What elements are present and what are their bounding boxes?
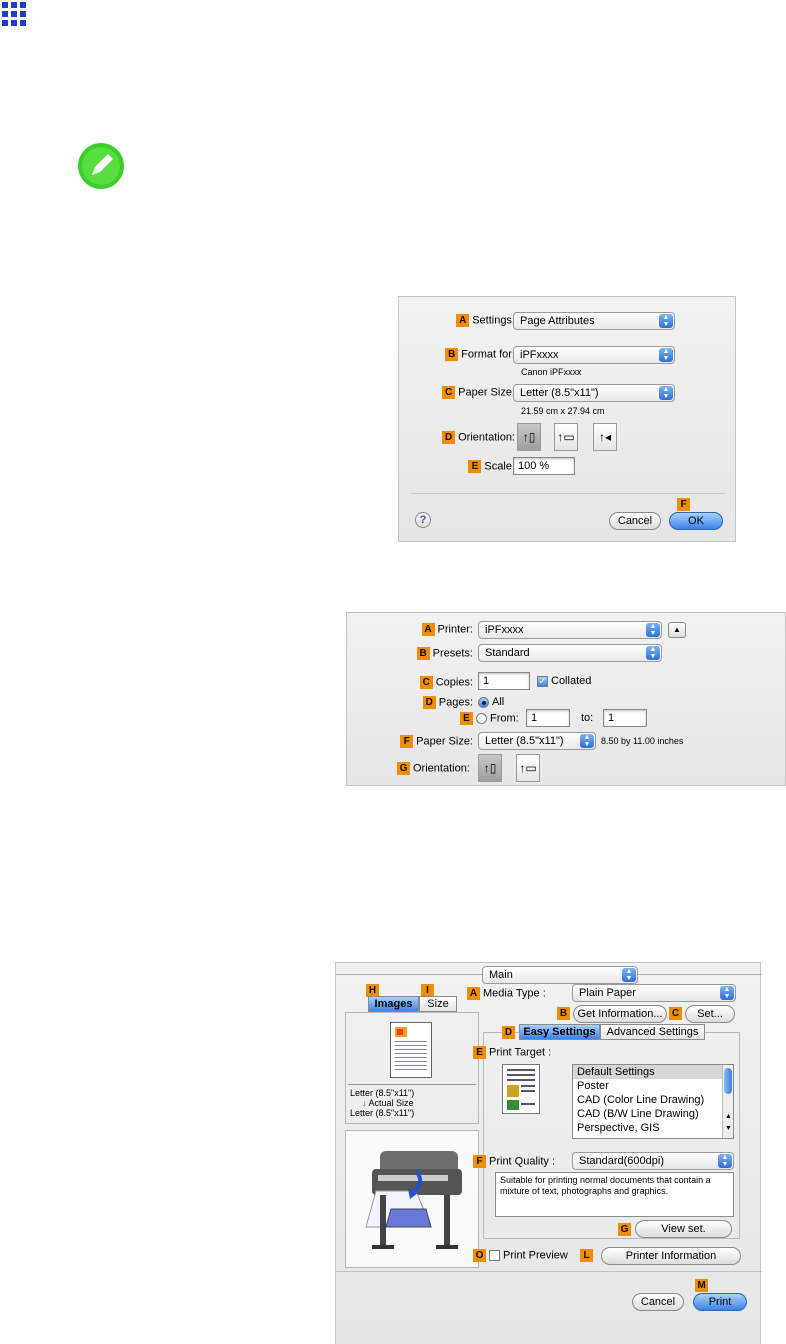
set-marker: C xyxy=(669,1007,685,1020)
copies-label: C Copies: xyxy=(419,676,473,689)
divider xyxy=(411,493,725,494)
popup-arrows-icon: ▲ ▼ xyxy=(718,1154,732,1168)
help-icon[interactable]: ? xyxy=(415,512,431,528)
presets-popup[interactable]: Standard ▲ ▼ xyxy=(478,644,662,662)
set-button[interactable]: Set... xyxy=(685,1005,735,1023)
pages-all-radio[interactable]: All xyxy=(478,696,504,708)
media-type-label: A Media Type : xyxy=(467,987,546,1000)
tab-size[interactable]: Size xyxy=(419,996,457,1012)
list-scrollbar[interactable]: ▲ ▼ xyxy=(722,1065,733,1138)
collated-checkbox[interactable]: ✓ Collated xyxy=(537,675,591,687)
tab-images[interactable]: Images xyxy=(368,996,419,1012)
to-label: to: xyxy=(581,712,594,724)
list-item[interactable]: Perspective, GIS xyxy=(573,1121,733,1135)
list-item[interactable]: CAD (B/W Line Drawing) xyxy=(573,1107,733,1121)
quality-description: Suitable for printing normal documents t… xyxy=(495,1172,734,1217)
scale-input[interactable]: 100 % xyxy=(513,457,575,475)
tab-advanced-settings[interactable]: Advanced Settings xyxy=(600,1024,705,1040)
popup-arrows-icon: ▲ ▼ xyxy=(659,348,673,362)
print-target-label: E Print Target : xyxy=(473,1046,551,1059)
view-settings-button[interactable]: View set. xyxy=(635,1220,732,1238)
landscape-orientation-icon[interactable]: ↑▭ xyxy=(516,754,540,782)
print-quality-label: F Print Quality : xyxy=(473,1155,555,1168)
preview-output-size: Letter (8.5"x11") xyxy=(350,1108,415,1118)
tab-easy-settings[interactable]: Easy Settings xyxy=(519,1024,600,1040)
get-info-marker: B xyxy=(557,1007,573,1020)
media-type-popup[interactable]: Plain Paper ▲ ▼ xyxy=(572,984,736,1002)
printer-popup[interactable]: iPFxxxx ▲ ▼ xyxy=(478,621,662,639)
portrait-orientation-icon[interactable]: ↑▯ xyxy=(478,754,502,782)
orientation-label: D Orientation: xyxy=(442,431,515,444)
print-target-list[interactable]: Default Settings Poster CAD (Color Line … xyxy=(572,1064,734,1139)
paper-size-popup[interactable]: Letter (8.5"x11") ▲ ▼ xyxy=(478,732,596,750)
divider xyxy=(336,1271,762,1272)
paper-size-subtext: 21.59 cm x 27.94 cm xyxy=(521,406,605,416)
popup-arrows-icon: ▲ ▼ xyxy=(659,386,673,400)
pages-label: D Pages: xyxy=(422,696,473,709)
preview-source-size: Letter (8.5"x11") xyxy=(350,1088,415,1098)
popup-arrows-icon: ▲ ▼ xyxy=(646,623,660,637)
print-button[interactable]: Print xyxy=(693,1293,747,1311)
print-dialog: A Printer: iPFxxxx ▲ ▼ ▲ B Presets: Standard… xyxy=(346,612,786,786)
presets-label: B Presets: xyxy=(416,647,473,660)
down-arrow-icon: ↓ xyxy=(362,1098,367,1108)
format-for-subtext: Canon iPFxxxx xyxy=(521,367,582,377)
format-for-popup[interactable]: iPFxxxx ▲ ▼ xyxy=(513,346,675,364)
format-for-label: B Format for: xyxy=(445,348,515,361)
grid-menu-icon xyxy=(0,0,30,30)
orientation-label: G Orientation: xyxy=(397,762,470,775)
printer-image xyxy=(345,1130,479,1268)
ok-button[interactable]: OK xyxy=(669,512,723,530)
scroll-down-icon[interactable]: ▼ xyxy=(725,1125,732,1132)
list-item[interactable]: Default Settings xyxy=(573,1065,733,1079)
cancel-button[interactable]: Cancel xyxy=(632,1293,684,1311)
get-information-button[interactable]: Get Information... xyxy=(573,1005,667,1023)
settings-popup[interactable]: Page Attributes ▲ ▼ xyxy=(513,312,675,330)
scale-label: E Scale: xyxy=(468,460,515,473)
landscape-orientation-icon[interactable]: ↑▭ xyxy=(554,423,578,451)
print-button-marker: M xyxy=(695,1279,711,1292)
preview-scaling: ↓ Actual Size xyxy=(362,1098,414,1108)
popup-arrows-icon: ▲ ▼ xyxy=(646,646,660,660)
expand-disclosure-button[interactable]: ▲ xyxy=(668,622,686,638)
printer-info-marker: L xyxy=(580,1249,596,1262)
paper-size-label: F Paper Size: xyxy=(400,735,473,748)
pages-from-radio[interactable]: E From: xyxy=(460,712,519,725)
popup-arrows-icon: ▲ ▼ xyxy=(580,734,594,748)
print-quality-popup[interactable]: Standard(600dpi) ▲ ▼ xyxy=(572,1152,734,1170)
list-item[interactable]: CAD (Color Line Drawing) xyxy=(573,1093,733,1107)
easy-tab-marker: D xyxy=(502,1026,518,1039)
printer-information-button[interactable]: Printer Information xyxy=(601,1247,741,1265)
print-preview-checkbox[interactable]: O Print Preview xyxy=(473,1249,568,1262)
popup-arrows-icon: ▲ ▼ xyxy=(720,986,734,1000)
print-target-thumbnail xyxy=(502,1064,540,1114)
note-pencil-icon xyxy=(77,142,125,190)
from-input[interactable]: 1 xyxy=(526,709,570,727)
to-input[interactable]: 1 xyxy=(603,709,647,727)
cancel-button[interactable]: Cancel xyxy=(609,512,661,530)
copies-input[interactable]: 1 xyxy=(478,672,530,690)
panel-popup[interactable]: Main ▲ ▼ xyxy=(482,966,638,984)
page-setup-dialog: A Settings: Page Attributes ▲ ▼ B Format for… xyxy=(398,296,736,542)
preview-panel: Letter (8.5"x11") ↓ Actual Size Letter (… xyxy=(345,1012,479,1124)
reverse-landscape-orientation-icon[interactable]: ↑◂ xyxy=(593,423,617,451)
popup-arrows-icon: ▲ ▼ xyxy=(659,314,673,328)
scroll-up-icon[interactable]: ▲ xyxy=(725,1113,732,1120)
paper-size-popup[interactable]: Letter (8.5"x11") ▲ ▼ xyxy=(513,384,675,402)
portrait-orientation-icon[interactable]: ↑▯ xyxy=(517,423,541,451)
settings-label: A Settings: xyxy=(456,314,515,327)
popup-arrows-icon: ▲ ▼ xyxy=(622,968,636,982)
page-thumbnail xyxy=(390,1022,432,1078)
ok-button-marker: F xyxy=(677,498,693,511)
driver-dialog: Main ▲ ▼ H I Images Size Letter (8.5"x11")… xyxy=(335,962,762,1344)
paper-size-info: 8.50 by 11.00 inches xyxy=(601,736,684,746)
list-item[interactable]: Poster xyxy=(573,1079,733,1093)
paper-size-label: C Paper Size: xyxy=(442,386,515,399)
view-set-marker: G xyxy=(618,1223,634,1236)
printer-label: A Printer: xyxy=(421,623,473,636)
